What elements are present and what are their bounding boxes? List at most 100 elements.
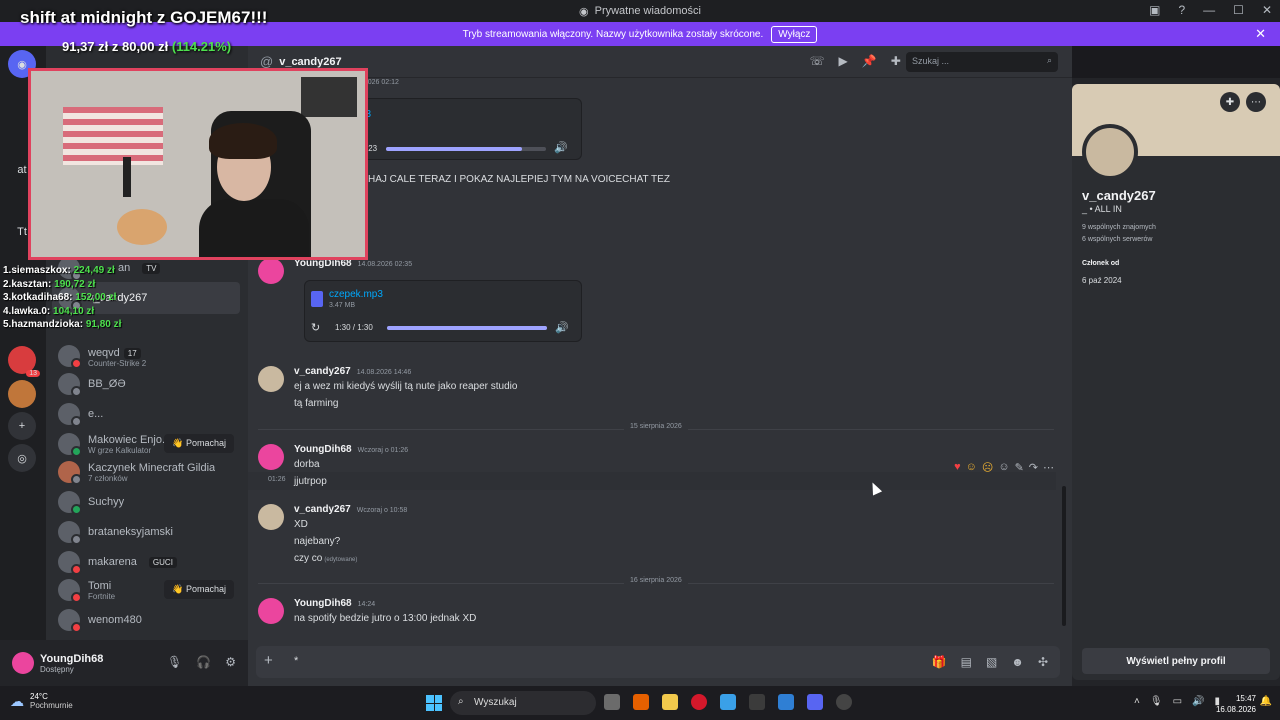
wave-button[interactable]: 👋 Pomachaj xyxy=(164,580,234,599)
gift-icon[interactable]: 🎁 xyxy=(932,655,947,669)
gif-icon[interactable]: ▤ xyxy=(961,655,972,669)
add-friend-icon[interactable]: ✚ xyxy=(891,54,901,68)
settings-gear-icon[interactable]: ⚙ xyxy=(225,655,236,669)
view-full-profile-button[interactable]: Wyświetl pełny profil xyxy=(1082,648,1270,674)
audio-progress-bar[interactable] xyxy=(387,326,547,330)
app-icon[interactable] xyxy=(836,694,852,710)
sticker-icon[interactable]: ▧ xyxy=(986,655,997,669)
leaderboard-row: 2.kasztan: 190,72 zł xyxy=(3,278,96,290)
disable-streamer-mode-button[interactable]: Wyłącz xyxy=(771,25,818,43)
attach-plus-icon[interactable]: + xyxy=(264,652,273,669)
dm-item-brataneksyjamski[interactable]: brataneksyjamski xyxy=(52,516,240,548)
author-avatar[interactable] xyxy=(258,444,284,470)
microsoft-365-icon[interactable] xyxy=(720,694,736,710)
audio-file-icon xyxy=(311,291,323,307)
help-icon[interactable]: ? xyxy=(1178,3,1185,17)
audio-file-name[interactable]: czepek.mp3 xyxy=(329,289,383,300)
dm-item-tomi[interactable]: Tomi Fortnite 👋 Pomachaj xyxy=(52,574,240,606)
chevron-up-icon[interactable]: ˄ xyxy=(1134,696,1140,707)
audio-attachment: czepek.mp3 3.47 MB ↻ 1:30 / 1:30 🔊 xyxy=(304,280,582,342)
author-avatar[interactable] xyxy=(258,258,284,284)
maximize-button[interactable]: ☐ xyxy=(1233,3,1244,17)
inbox-icon[interactable]: ▣ xyxy=(1149,3,1160,17)
dm-item-e[interactable]: e... xyxy=(52,398,240,430)
clock[interactable]: 15:47 16.08.2026 xyxy=(1216,693,1256,715)
streamer-body xyxy=(199,199,309,257)
profile-name: v_candy267 xyxy=(1082,188,1156,203)
add-friend-icon[interactable]: ✚ xyxy=(1220,92,1240,112)
stream-title: shift at midnight z GOJEM67!!! xyxy=(20,8,268,27)
at-icon: @ xyxy=(260,54,274,69)
file-explorer-icon[interactable] xyxy=(662,694,678,710)
dm-item-bb[interactable]: BB_ØӘ xyxy=(52,368,240,400)
heart-reaction-icon[interactable]: ♥ xyxy=(954,461,961,473)
window-title: ◉ Prywatne wiadomości xyxy=(579,5,701,18)
discover-button[interactable]: ◎ xyxy=(8,444,36,472)
search-icon: ⌕ xyxy=(1046,55,1052,65)
add-reaction-icon[interactable]: ☺ xyxy=(998,461,1009,473)
add-server-button[interactable]: + xyxy=(8,412,36,440)
volume-icon[interactable]: 🔊 xyxy=(554,141,568,154)
mutual-friends[interactable]: 9 wspólnych znajomych xyxy=(1082,224,1156,231)
dm-item-wenom480[interactable]: wenom480 xyxy=(52,604,240,636)
minimize-button[interactable]: — xyxy=(1203,3,1215,17)
emoji-icon[interactable]: ☻ xyxy=(1011,655,1024,669)
message-scrollbar[interactable] xyxy=(1062,486,1066,626)
author-avatar[interactable] xyxy=(258,598,284,624)
wave-icon: 👋 xyxy=(172,584,186,594)
mutual-servers[interactable]: 6 wspólnych serwerów xyxy=(1082,236,1152,243)
user-avatar[interactable] xyxy=(12,652,34,674)
headphones-icon[interactable]: 🎧 xyxy=(196,655,211,669)
user-profile-panel: ✚ ⋯ v_candy267 _ • ALL IN 9 wspólnych zn… xyxy=(1072,78,1280,686)
volume-icon[interactable]: 🔊 xyxy=(555,321,569,334)
avatar xyxy=(58,521,82,545)
forward-icon[interactable]: ↷ xyxy=(1029,461,1038,474)
dm-item-suchyy[interactable]: Suchyy xyxy=(52,486,240,518)
server-avatar[interactable]: 13 xyxy=(8,346,40,377)
donation-goal: 91,37 zł z 80,00 zł (114.21%) xyxy=(62,39,231,54)
microphone-icon[interactable]: 🎙 xyxy=(167,655,182,669)
pin-icon[interactable]: 📌 xyxy=(862,54,877,68)
notification-bell-icon[interactable]: 🔔 xyxy=(1260,696,1272,707)
wave-button[interactable]: 👋 Pomachaj xyxy=(164,434,234,453)
banner-close-icon[interactable]: ✕ xyxy=(1255,26,1266,42)
more-options-icon[interactable]: ⋯ xyxy=(1043,461,1054,474)
calculator-icon[interactable] xyxy=(749,694,765,710)
weather-widget[interactable]: ☁ 24°C Pochmurnie xyxy=(10,692,73,710)
video-icon[interactable]: ▶ xyxy=(839,54,848,68)
search-input[interactable]: Szukaj ... ⌕ xyxy=(906,52,1058,72)
plush-toy xyxy=(117,209,167,245)
edit-icon[interactable]: ✎ xyxy=(1015,461,1024,474)
server-avatar[interactable] xyxy=(8,380,36,408)
call-icon[interactable]: ☏ xyxy=(809,54,824,68)
replay-icon[interactable]: ↻ xyxy=(311,321,320,334)
network-icon[interactable]: ▭ xyxy=(1173,696,1182,707)
volume-icon[interactable]: 🔊 xyxy=(1192,696,1204,707)
leaderboard-row: 1.siemaszkox: 224,49 zł xyxy=(3,265,115,276)
message-input[interactable]: + * 🎁 ▤ ▧ ☻ ✣ xyxy=(256,646,1060,678)
dm-item-kaczynek[interactable]: Kaczynek Minecraft Gildia 7 członków xyxy=(52,456,240,488)
apps-icon[interactable]: ✣ xyxy=(1038,655,1048,669)
discord-taskbar-icon[interactable] xyxy=(807,694,823,710)
taskbar-apps xyxy=(604,694,852,710)
taskbar-search[interactable]: ⌕ Wyszukaj xyxy=(450,691,596,715)
author-avatar[interactable] xyxy=(258,504,284,530)
goal-amount: 91,37 zł z 80,00 zł xyxy=(62,39,169,54)
cry-reaction-icon[interactable]: ☹ xyxy=(982,461,993,474)
wave-icon: 👋 xyxy=(172,438,186,448)
more-options-icon[interactable]: ⋯ xyxy=(1246,92,1266,112)
group-avatar xyxy=(58,461,82,485)
opera-icon[interactable] xyxy=(691,694,707,710)
task-view-icon[interactable] xyxy=(604,694,620,710)
user-status: Dostępny xyxy=(40,664,74,674)
author-avatar[interactable] xyxy=(258,366,284,392)
laugh-reaction-icon[interactable]: ☺ xyxy=(966,461,977,473)
microphone-icon[interactable]: 🎙 xyxy=(1150,696,1163,707)
profile-status: _ • ALL IN xyxy=(1082,204,1122,214)
audio-progress-bar[interactable] xyxy=(386,147,546,151)
firefox-icon[interactable] xyxy=(633,694,649,710)
store-icon[interactable] xyxy=(778,694,794,710)
start-button[interactable] xyxy=(426,695,442,711)
notification-badge: 13 xyxy=(26,370,40,377)
close-button[interactable]: ✕ xyxy=(1262,3,1272,17)
